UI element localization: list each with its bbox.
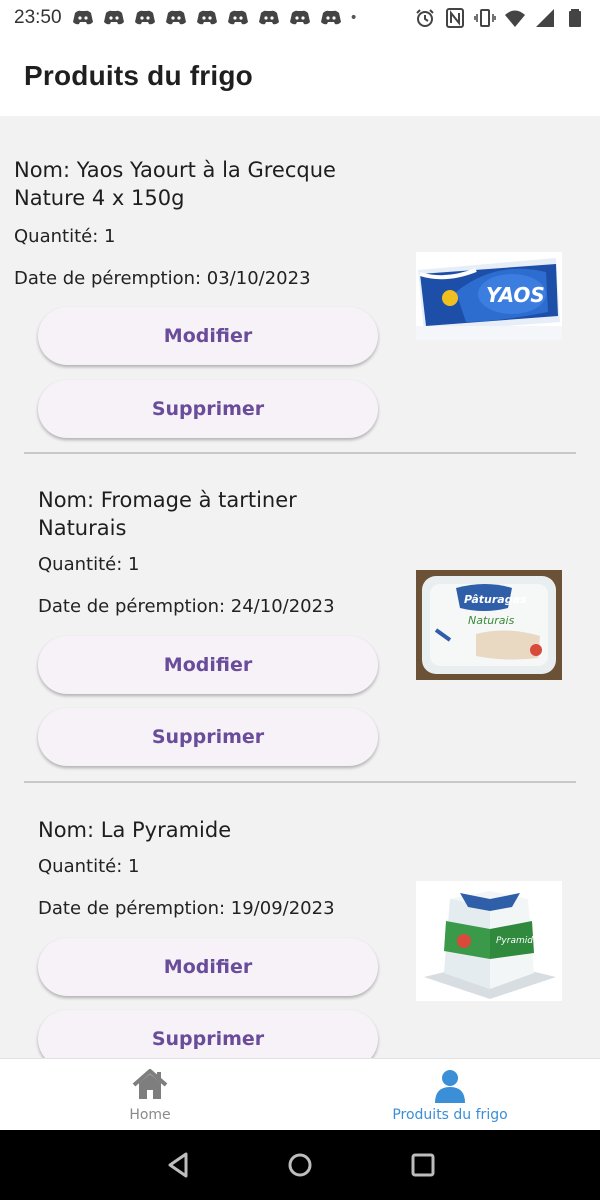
more-notifications-dot-icon: • <box>349 10 358 26</box>
yaos-yogurt-image: YAOS <box>416 252 562 340</box>
paturages-naturais-image: Pâturages Naturais <box>416 570 562 680</box>
vibrate-icon <box>474 9 496 27</box>
home-circle-icon[interactable] <box>285 1150 315 1180</box>
svg-text:YAOS: YAOS <box>486 283 545 307</box>
nav-label-home: Home <box>129 1107 171 1123</box>
product-quantity: Quantité: 1 <box>38 856 140 877</box>
discord-icon <box>72 10 93 25</box>
discord-icon <box>289 10 310 25</box>
discord-icon <box>320 10 341 25</box>
discord-icon <box>227 10 248 25</box>
home-icon <box>132 1069 168 1099</box>
divider <box>24 781 576 783</box>
discord-icon <box>258 10 279 25</box>
signal-icon <box>536 9 554 27</box>
product-expiry-date: Date de péremption: 24/10/2023 <box>38 596 335 617</box>
status-time: 23:50 <box>14 7 62 28</box>
nfc-icon <box>446 8 464 28</box>
product-name: Nom: La Pyramide <box>38 818 232 842</box>
page-title: Produits du frigo <box>24 60 253 91</box>
product-quantity: Quantité: 1 <box>14 226 116 247</box>
nav-item-home[interactable]: Home <box>0 1059 300 1130</box>
product-quantity: Quantité: 1 <box>38 554 140 575</box>
discord-icon <box>134 10 155 25</box>
product-name: Nom: Fromage à tartiner Naturais <box>38 488 297 540</box>
screen: 23:50 • Produits du frigo Nom: Yaos Yaou… <box>0 0 600 1200</box>
product-name: Nom: Yaos Yaourt à la Grecque Nature 4 x… <box>14 158 336 210</box>
delete-button[interactable]: Supprimer <box>38 380 378 438</box>
divider <box>24 452 576 454</box>
product-list[interactable]: Nom: Yaos Yaourt à la Grecque Nature 4 x… <box>0 116 600 1058</box>
bottom-navigation: Home Produits du frigo <box>0 1058 600 1130</box>
delete-button[interactable]: Supprimer <box>38 1010 378 1058</box>
back-icon[interactable] <box>164 1150 194 1180</box>
system-status-icons <box>414 8 586 28</box>
discord-icon <box>165 10 186 25</box>
app-bar: Produits du frigo <box>0 36 600 116</box>
person-icon <box>435 1070 465 1103</box>
battery-icon <box>569 9 581 27</box>
delete-button[interactable]: Supprimer <box>38 708 378 766</box>
product-expiry-date: Date de péremption: 19/09/2023 <box>38 898 335 919</box>
la-pyramide-image: Pyramide <box>416 881 562 1001</box>
product-expiry-date: Date de péremption: 03/10/2023 <box>14 268 311 289</box>
discord-icon <box>196 10 217 25</box>
svg-text:Naturais: Naturais <box>468 614 515 627</box>
status-bar: 23:50 • <box>0 0 600 36</box>
nav-label-produits-du-frigo: Produits du frigo <box>392 1107 508 1123</box>
alarm-icon <box>416 9 434 27</box>
svg-text:Pyramide: Pyramide <box>496 936 539 946</box>
svg-text:Pâturages: Pâturages <box>464 593 527 606</box>
wifi-icon <box>505 10 525 27</box>
nav-item-produits-du-frigo[interactable]: Produits du frigo <box>300 1059 600 1130</box>
notification-icons <box>72 9 342 27</box>
recents-square-icon[interactable] <box>408 1150 438 1180</box>
modify-button[interactable]: Modifier <box>38 938 378 996</box>
modify-button[interactable]: Modifier <box>38 636 378 694</box>
system-navigation-bar <box>0 1130 600 1200</box>
discord-icon <box>103 10 124 25</box>
modify-button[interactable]: Modifier <box>38 307 378 365</box>
